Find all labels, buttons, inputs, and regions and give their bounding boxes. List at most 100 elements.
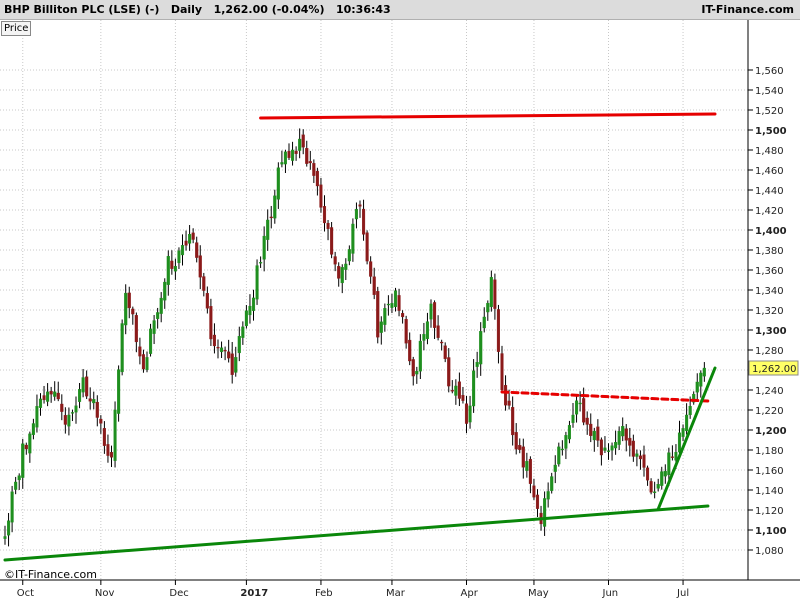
candle-body: [78, 389, 82, 402]
candle-body: [340, 267, 344, 284]
candle-body: [575, 400, 579, 415]
candle-body: [102, 428, 106, 446]
candle-body: [390, 303, 394, 308]
candle-body: [60, 403, 64, 412]
candle-body: [351, 223, 355, 254]
copyright-label: ©IT-Finance.com: [4, 568, 97, 581]
candle-body: [42, 395, 46, 401]
candle-body: [638, 455, 642, 460]
candle-body: [614, 442, 618, 449]
price-indicator-tab[interactable]: Price: [1, 21, 32, 36]
candle-body: [266, 219, 270, 240]
candle-body: [212, 334, 217, 347]
candle-body: [120, 323, 124, 373]
x-axis: Oct Nov Dec 2017 Feb Mar Apr May Jun Jul: [17, 580, 689, 599]
candle-body: [312, 163, 316, 176]
candle-body: [244, 310, 248, 327]
candle-body: [514, 432, 518, 450]
candle-body: [354, 208, 358, 220]
candle-body: [145, 357, 149, 371]
candle-body: [7, 520, 11, 536]
candle-body: [223, 349, 227, 352]
y-tick-label: 1,340: [755, 286, 784, 297]
candle-body: [67, 414, 71, 427]
candle-body: [287, 150, 291, 158]
candle-body: [10, 491, 14, 523]
candle-body: [457, 381, 461, 399]
candle-body: [624, 428, 628, 441]
y-tick-label: 1,220: [755, 406, 784, 417]
candle-body: [507, 400, 511, 406]
candle-body: [191, 232, 195, 240]
candle-body: [269, 216, 273, 219]
candle-body: [472, 370, 476, 407]
candle-body: [369, 261, 373, 277]
candle-body: [376, 291, 380, 338]
candle-body: [141, 354, 146, 370]
candle-body: [124, 292, 128, 326]
candle-body: [436, 325, 440, 338]
y-tick-label: 1,440: [755, 186, 784, 197]
candle-body: [617, 430, 621, 445]
candle-body: [237, 335, 241, 354]
candle-body: [298, 138, 302, 151]
candle-body: [631, 440, 635, 457]
candle-body: [496, 309, 500, 352]
x-tick-label: Mar: [386, 588, 406, 599]
candle-body: [188, 234, 192, 244]
y-tick-label: 1,380: [755, 246, 784, 257]
candle-body: [358, 204, 362, 207]
candle-body: [528, 458, 532, 484]
candle-body: [99, 418, 103, 424]
candle-body: [109, 452, 114, 458]
candle-body: [74, 405, 78, 413]
y-tick-label: 1,520: [755, 106, 784, 117]
candle-body: [92, 399, 96, 404]
candle-body: [156, 312, 160, 319]
candle-body: [255, 265, 259, 300]
candle-body: [663, 470, 667, 477]
x-tick-label: May: [528, 588, 549, 599]
candle-body: [653, 491, 657, 493]
candle-body: [461, 395, 465, 401]
candle-body: [3, 536, 7, 539]
candle-body: [596, 426, 600, 441]
candle-body: [486, 302, 490, 313]
candle-body: [599, 439, 603, 456]
candle-body: [479, 331, 483, 365]
y-tick-label: 1,560: [755, 66, 784, 77]
candle-body: [443, 345, 447, 359]
candle-body: [603, 447, 607, 451]
candle-body: [489, 276, 493, 308]
candle-body: [681, 428, 685, 437]
candle-body: [166, 255, 170, 285]
candle-body: [280, 162, 284, 165]
candle-body: [173, 265, 177, 272]
candle-body: [88, 398, 92, 402]
candle-body: [56, 392, 60, 400]
price-chart[interactable]: 1,080 1,100 1,120 1,140 1,160 1,180 1,200 1,220…: [0, 20, 800, 600]
candle-body: [482, 316, 486, 329]
candle-body: [113, 409, 117, 461]
candle-body: [404, 319, 408, 344]
candle-body: [411, 359, 415, 377]
candle-body: [418, 340, 422, 372]
candle-body: [564, 435, 568, 449]
candle-body: [393, 290, 398, 308]
candle-body: [429, 303, 433, 320]
last-price-label: 1,262.00: [752, 364, 797, 375]
candle-body: [134, 315, 138, 343]
y-tick-label: 1,120: [755, 506, 784, 517]
candle-body: [656, 484, 660, 489]
y-tick-label: 1,420: [755, 206, 784, 217]
candle-body: [372, 276, 376, 295]
candle-body: [148, 328, 153, 354]
candle-body: [290, 149, 295, 161]
candle-body: [440, 341, 444, 344]
candle-body: [46, 391, 50, 402]
candle-body: [401, 313, 405, 318]
candle-body: [511, 407, 515, 436]
candle-body: [447, 357, 451, 387]
candle-body: [557, 446, 561, 465]
y-tick-label: 1,180: [755, 446, 784, 457]
